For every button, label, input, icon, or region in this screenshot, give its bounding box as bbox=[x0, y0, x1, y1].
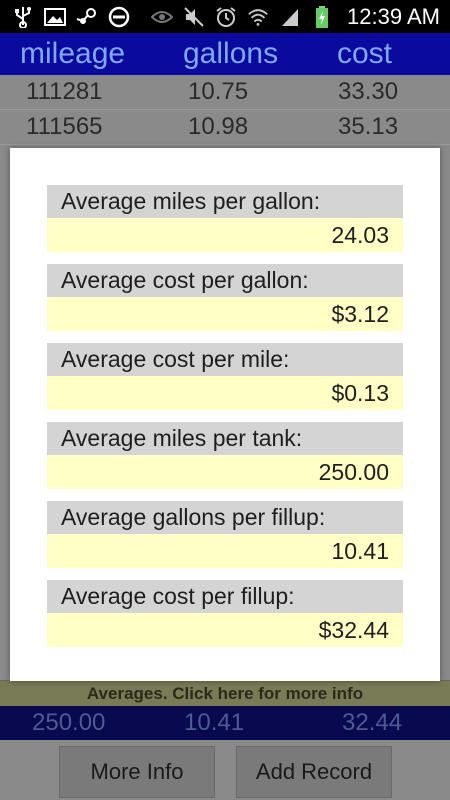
row-gallons: 10.75 bbox=[188, 78, 249, 105]
signal-icon bbox=[279, 6, 301, 28]
battery-charging-icon bbox=[311, 5, 333, 28]
status-bar-left bbox=[12, 6, 130, 28]
stat-label: Average cost per mile: bbox=[47, 343, 403, 376]
wifi-icon bbox=[247, 6, 269, 28]
add-record-label: Add Record bbox=[255, 759, 373, 784]
avg-gallons: 10.41 bbox=[184, 709, 245, 736]
stat-value: 10.41 bbox=[47, 534, 403, 568]
stat-label: Average gallons per fillup: bbox=[47, 501, 403, 534]
row-gallons: 10.98 bbox=[188, 113, 249, 140]
averages-row: 250.00 10.41 32.44 bbox=[0, 706, 450, 740]
averages-bar-label: Averages. Click here for more info bbox=[86, 684, 364, 703]
row-cost: 35.13 bbox=[338, 113, 399, 140]
table-row[interactable]: 111565 10.98 35.13 bbox=[0, 110, 450, 145]
stat-value: $0.13 bbox=[47, 376, 403, 410]
stat-label: Average miles per tank: bbox=[47, 422, 403, 455]
stat-gallons-per-fillup: Average gallons per fillup: 10.41 bbox=[47, 501, 403, 568]
stat-label: Average miles per gallon: bbox=[47, 185, 403, 218]
stat-value: $3.12 bbox=[47, 297, 403, 331]
row-cost: 33.30 bbox=[338, 78, 399, 105]
add-record-button[interactable]: Add Record bbox=[236, 746, 392, 798]
stat-label: Average cost per gallon: bbox=[47, 264, 403, 297]
row-mileage: 111565 bbox=[26, 113, 103, 140]
mute-icon bbox=[183, 6, 205, 28]
row-mileage: 111281 bbox=[26, 78, 103, 105]
eye-icon bbox=[151, 6, 174, 28]
stat-cost-per-mile: Average cost per mile: $0.13 bbox=[47, 343, 403, 410]
avg-cost: 32.44 bbox=[342, 709, 403, 736]
stat-label: Average cost per fillup: bbox=[47, 580, 403, 613]
stat-value: $32.44 bbox=[47, 613, 403, 647]
usb-icon bbox=[12, 6, 34, 28]
averages-bar[interactable]: Averages. Click here for more info bbox=[0, 680, 450, 707]
status-bar-right: 12:39 AM bbox=[151, 4, 440, 30]
bottom-bar: More Info Add Record bbox=[0, 740, 450, 800]
stat-cost-per-fillup: Average cost per fillup: $32.44 bbox=[47, 580, 403, 647]
clock-time: 12:39 AM bbox=[347, 3, 440, 29]
image-icon bbox=[44, 6, 66, 28]
header-gallons[interactable]: gallons bbox=[183, 37, 337, 71]
averages-dialog[interactable]: Average miles per gallon: 24.03 Average … bbox=[10, 148, 440, 681]
stat-cost-per-gallon: Average cost per gallon: $3.12 bbox=[47, 264, 403, 331]
table-header: mileage gallons cost bbox=[0, 33, 450, 75]
header-mileage[interactable]: mileage bbox=[20, 37, 183, 71]
stat-value: 250.00 bbox=[47, 455, 403, 489]
alarm-icon bbox=[215, 6, 237, 28]
header-cost[interactable]: cost bbox=[337, 37, 392, 71]
more-info-label: More Info bbox=[90, 759, 184, 784]
stat-value: 24.03 bbox=[47, 218, 403, 252]
avg-mileage: 250.00 bbox=[32, 709, 106, 736]
block-icon bbox=[108, 6, 130, 28]
steam-icon bbox=[76, 6, 98, 28]
stat-miles-per-gallon: Average miles per gallon: 24.03 bbox=[47, 185, 403, 252]
table-row[interactable]: 111281 10.75 33.30 bbox=[0, 75, 450, 110]
more-info-button[interactable]: More Info bbox=[59, 746, 215, 798]
status-bar: 12:39 AM bbox=[0, 0, 450, 33]
stat-miles-per-tank: Average miles per tank: 250.00 bbox=[47, 422, 403, 489]
